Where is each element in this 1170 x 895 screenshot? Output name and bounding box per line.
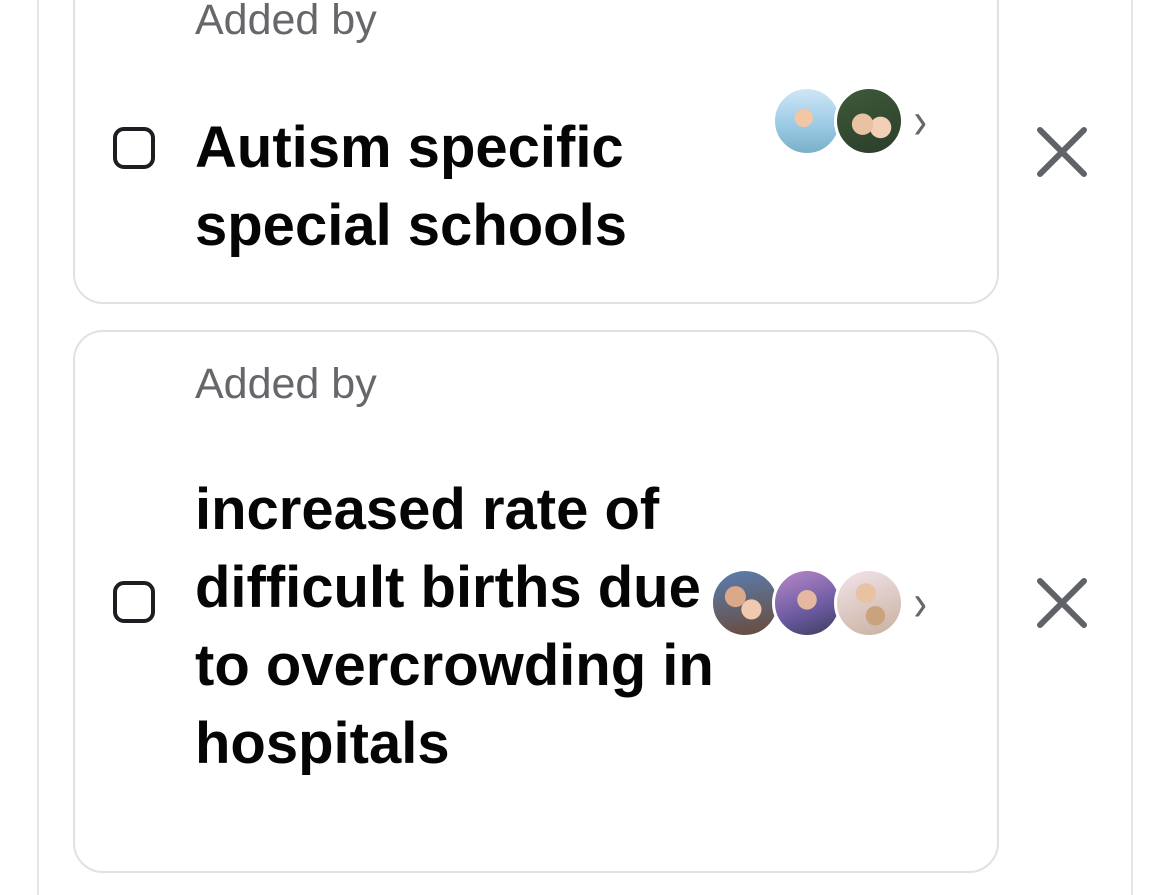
avatar [771, 568, 842, 638]
option-text[interactable]: Autism specific special schools [195, 109, 735, 265]
poll-option-card: Added by Autism specific special schools… [73, 0, 999, 304]
added-by-prefix: Added by [195, 0, 377, 44]
option-checkbox[interactable] [113, 127, 155, 169]
container-left-border [37, 0, 39, 895]
close-icon[interactable] [1034, 575, 1090, 631]
avatar [833, 86, 904, 156]
option-checkbox[interactable] [113, 581, 155, 623]
poll-option-card: Added by increased rate of difficult bir… [73, 330, 999, 873]
avatar [833, 568, 904, 638]
added-by-prefix: Added by [195, 360, 377, 408]
avatar [771, 86, 842, 156]
added-by-line: Added by [195, 0, 715, 48]
voter-avatars[interactable]: › [709, 568, 927, 638]
container-right-border [1131, 0, 1133, 895]
close-icon[interactable] [1034, 124, 1090, 180]
voter-avatars[interactable]: › [771, 86, 927, 156]
chevron-right-icon: › [913, 92, 927, 150]
added-by-line: Added by [195, 356, 715, 412]
avatar [709, 568, 780, 638]
chevron-right-icon: › [913, 574, 927, 632]
option-text[interactable]: increased rate of difficult births due t… [195, 471, 735, 783]
